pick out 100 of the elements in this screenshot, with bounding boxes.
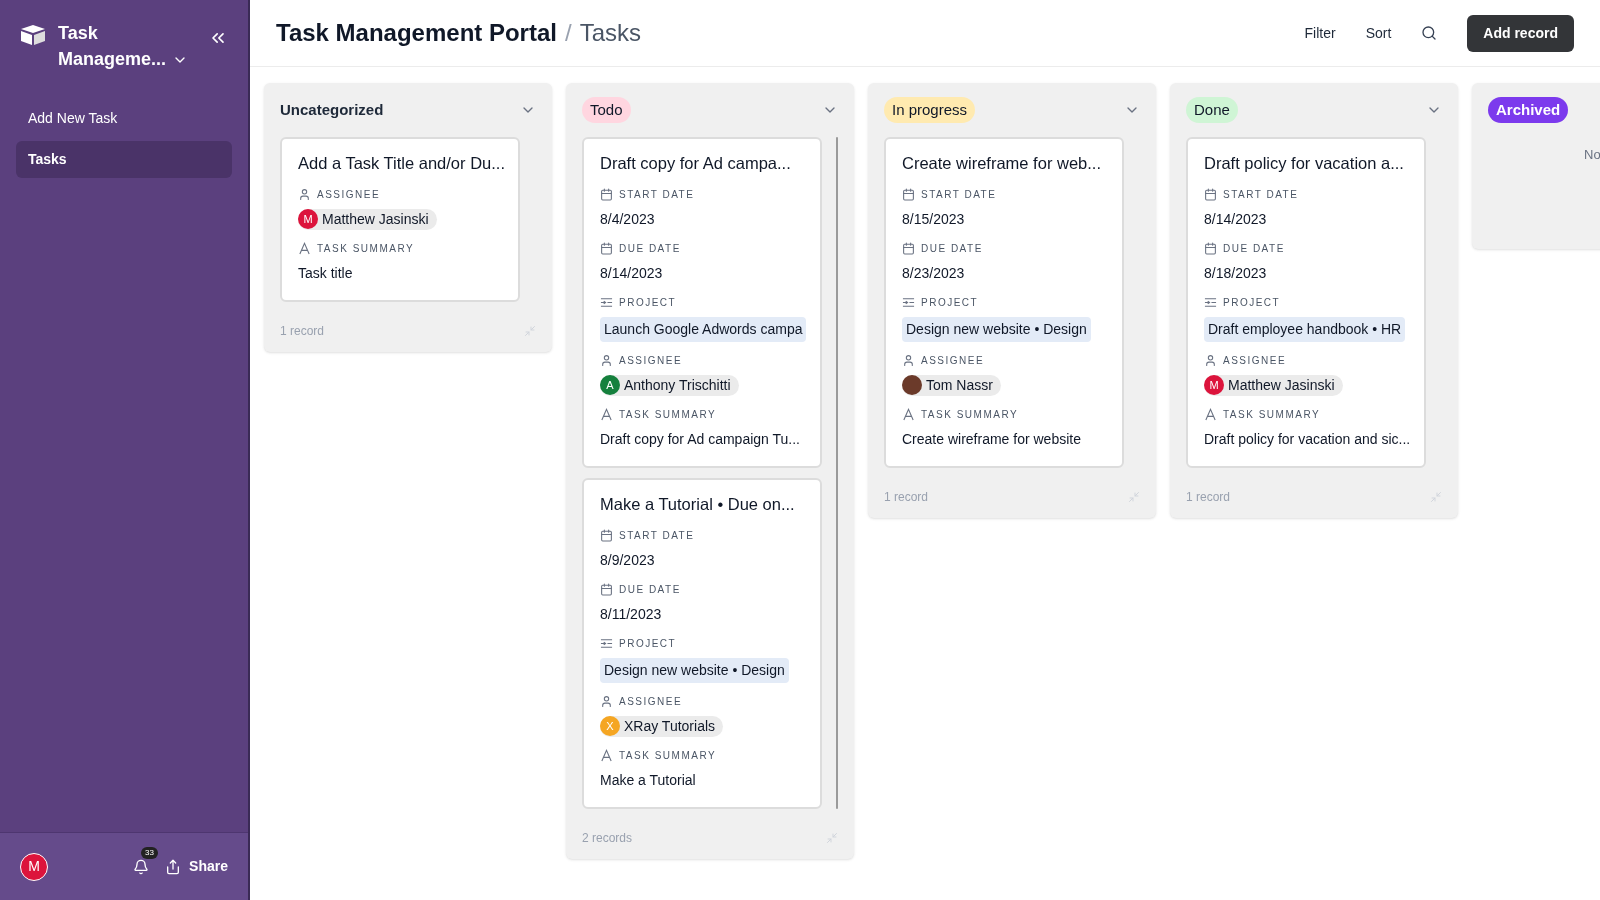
calendar-icon bbox=[1204, 187, 1217, 201]
field-label: TASK SUMMARY bbox=[921, 407, 1019, 422]
status-tag: Done bbox=[1186, 96, 1238, 124]
text-field-icon bbox=[298, 241, 311, 255]
linked-record-icon bbox=[1204, 295, 1217, 309]
field-label: PROJECT bbox=[619, 295, 677, 310]
field-label: PROJECT bbox=[619, 636, 677, 651]
nav-item[interactable]: Add New Task bbox=[16, 100, 232, 137]
calendar-icon bbox=[600, 187, 613, 201]
task-card[interactable]: Add a Task Title and/or Du... ASSIGNEE M Matthew Jasinski TASK SUMMARY Task title bbox=[280, 137, 520, 302]
assignee-name: Anthony Trischitti bbox=[624, 375, 731, 395]
field-label: DUE DATE bbox=[619, 582, 681, 597]
assignee-name: Matthew Jasinski bbox=[1228, 375, 1335, 395]
summary-value: Draft policy for vacation and sic... bbox=[1204, 429, 1408, 449]
share-icon bbox=[165, 858, 182, 875]
field-label: ASSIGNEE bbox=[317, 187, 381, 202]
share-button[interactable]: Share bbox=[165, 856, 228, 877]
avatar-initial: A bbox=[600, 375, 620, 396]
search-icon[interactable] bbox=[1421, 25, 1438, 41]
calendar-icon bbox=[1204, 241, 1217, 255]
assignee-name: Tom Nassr bbox=[926, 375, 993, 395]
task-card[interactable]: Draft copy for Ad campa... START DATE 8/4/2023 DUE DATE 8/14/2023 PROJECT Launch Google Adwords campa ASSIGNEE A Anthony Trischitti TASK SUMMARY Draft copy for Ad campaign Tu... bbox=[582, 137, 822, 468]
field-label: DUE DATE bbox=[921, 241, 983, 256]
field-label: START DATE bbox=[1223, 187, 1299, 202]
date-value: 8/23/2023 bbox=[902, 263, 966, 283]
field-label: START DATE bbox=[619, 187, 695, 202]
user-avatar[interactable]: M bbox=[20, 852, 48, 881]
task-card[interactable]: Make a Tutorial • Due on... START DATE 8/9/2023 DUE DATE 8/11/2023 PROJECT Design new website • Design ASSIGNEE X XRay Tutorials TASK SUMMARY Make a Tutorial bbox=[582, 477, 822, 809]
field-label: START DATE bbox=[619, 528, 695, 543]
text-field-icon bbox=[600, 748, 613, 762]
person-icon bbox=[1204, 353, 1217, 367]
avatar-initial: M bbox=[1204, 375, 1224, 396]
card-title: Draft copy for Ad campa... bbox=[600, 153, 792, 174]
field-label: PROJECT bbox=[1223, 295, 1281, 310]
field-label: ASSIGNEE bbox=[619, 694, 683, 709]
card-title: Make a Tutorial • Due on... bbox=[600, 493, 796, 515]
nav-item[interactable]: Tasks bbox=[16, 141, 232, 178]
field-label: PROJECT bbox=[921, 295, 979, 310]
person-icon bbox=[600, 353, 613, 367]
project-tag: Launch Google Adwords campa bbox=[600, 316, 807, 342]
add-record-button[interactable]: Add record bbox=[1467, 14, 1574, 52]
notification-bell-icon[interactable] bbox=[133, 858, 150, 875]
text-field-icon bbox=[1204, 407, 1217, 421]
breadcrumb-separator: / bbox=[564, 18, 572, 48]
summary-value: Draft copy for Ad campaign Tu... bbox=[600, 429, 801, 449]
text-field-icon bbox=[902, 407, 915, 421]
text-field-icon bbox=[600, 407, 613, 421]
summary-value: Create wireframe for website bbox=[902, 429, 1082, 449]
avatar-initial: X bbox=[600, 716, 620, 736]
card-title: Create wireframe for web... bbox=[902, 153, 1102, 174]
field-label: ASSIGNEE bbox=[619, 353, 683, 368]
card-title: Add a Task Title and/or Du... bbox=[298, 153, 502, 174]
field-label: TASK SUMMARY bbox=[619, 748, 717, 763]
project-tag: Draft employee handbook • HR bbox=[1204, 316, 1406, 342]
toolbar-button[interactable]: Filter bbox=[1304, 22, 1336, 44]
assignee-name: XRay Tutorials bbox=[624, 716, 716, 736]
scrollbar[interactable] bbox=[836, 137, 838, 809]
card-title: Draft policy for vacation a... bbox=[1204, 153, 1405, 174]
linked-record-icon bbox=[600, 636, 613, 650]
person-icon bbox=[902, 353, 915, 367]
summary-value: Make a Tutorial bbox=[600, 770, 697, 790]
calendar-icon bbox=[600, 528, 613, 542]
date-value: 8/9/2023 bbox=[600, 550, 656, 570]
field-label: ASSIGNEE bbox=[921, 353, 985, 368]
person-icon bbox=[600, 694, 613, 708]
status-tag: Archived bbox=[1488, 96, 1569, 124]
person-icon bbox=[298, 187, 311, 201]
field-label: START DATE bbox=[921, 187, 997, 202]
field-label: TASK SUMMARY bbox=[1223, 407, 1321, 422]
date-value: 8/15/2023 bbox=[902, 209, 966, 229]
linked-record-icon bbox=[902, 295, 915, 309]
record-count: 2 records bbox=[582, 829, 633, 847]
status-tag: Todo bbox=[582, 96, 631, 124]
empty-text: No bbox=[1584, 146, 1600, 164]
project-tag: Design new website • Design bbox=[600, 657, 789, 683]
task-card[interactable]: Draft policy for vacation a... START DATE 8/14/2023 DUE DATE 8/18/2023 PROJECT Draft employee handbook • HR ASSIGNEE M Matthew Jasinski TASK SUMMARY Draft policy for vacation and sic... bbox=[1186, 137, 1426, 468]
field-label: TASK SUMMARY bbox=[619, 407, 717, 422]
notification-count: 33 bbox=[141, 846, 158, 859]
avatar-initial: M bbox=[298, 209, 318, 230]
task-card[interactable]: Create wireframe for web... START DATE 8/15/2023 DUE DATE 8/23/2023 PROJECT Design new website • Design ASSIGNEE Tom Nassr TASK SUMMARY Create wireframe for website bbox=[884, 137, 1124, 468]
date-value: 8/11/2023 bbox=[600, 604, 663, 624]
app-name[interactable]: Task Manageme... bbox=[58, 20, 168, 72]
toolbar-button[interactable]: Sort bbox=[1365, 22, 1392, 44]
calendar-icon bbox=[902, 241, 915, 255]
project-tag: Design new website • Design bbox=[902, 316, 1091, 342]
record-count: 1 record bbox=[884, 488, 929, 506]
view-name: Tasks bbox=[579, 18, 641, 48]
field-label: DUE DATE bbox=[619, 241, 681, 256]
page-title: Task Management Portal bbox=[276, 18, 557, 48]
date-value: 8/14/2023 bbox=[600, 263, 664, 283]
linked-record-icon bbox=[600, 295, 613, 309]
summary-value: Task title bbox=[298, 263, 354, 283]
date-value: 8/14/2023 bbox=[1204, 209, 1268, 229]
field-label: TASK SUMMARY bbox=[317, 241, 415, 256]
calendar-icon bbox=[902, 187, 915, 201]
field-label: DUE DATE bbox=[1223, 241, 1285, 256]
calendar-icon bbox=[600, 582, 613, 596]
field-label: ASSIGNEE bbox=[1223, 353, 1287, 368]
date-value: 8/4/2023 bbox=[600, 209, 656, 229]
column-title: Uncategorized bbox=[280, 99, 384, 120]
